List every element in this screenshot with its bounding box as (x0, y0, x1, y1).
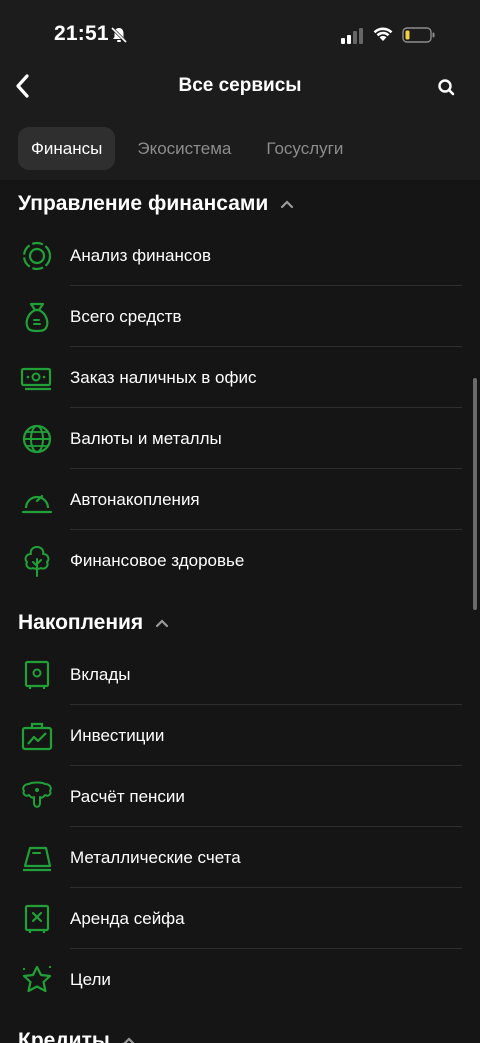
deposit-box-icon (24, 904, 50, 933)
item-label: Цели (70, 970, 111, 989)
category-tabs: Финансы Экосистема Госуслуги (18, 127, 365, 171)
banknote-icon (20, 367, 52, 391)
item-label: Валюты и металлы (70, 429, 222, 448)
tab-gosuslugi[interactable]: Госуслуги (253, 127, 356, 170)
page-title: Все сервисы (178, 75, 302, 96)
section-header-credits[interactable]: Кредиты (18, 1025, 136, 1043)
item-label: Всего средств (70, 307, 182, 326)
tree-icon (24, 546, 50, 577)
item-label: Вклады (70, 665, 131, 684)
star-icon (22, 965, 52, 993)
list-item[interactable]: Финансовое здоровье (0, 530, 480, 591)
item-label: Металлические счета (70, 848, 241, 867)
tab-finances[interactable]: Финансы (18, 127, 116, 170)
globe-icon (22, 424, 52, 454)
services-list: Управление финансами Анализ финансов Все… (0, 180, 480, 1043)
bell-muted-icon (110, 26, 128, 44)
item-label: Расчёт пенсии (70, 787, 185, 806)
section-title: Кредиты (18, 1029, 110, 1043)
item-label: Автонакопления (70, 490, 200, 509)
item-label: Аренда сейфа (70, 909, 185, 928)
search-icon[interactable] (434, 75, 458, 99)
navigation-bar: Все сервисы (0, 60, 480, 114)
list-item[interactable]: Всего средств (0, 286, 480, 347)
list-item[interactable]: Аренда сейфа (0, 888, 480, 949)
cellular-signal-icon (341, 28, 363, 44)
list-item[interactable]: Инвестиции (0, 705, 480, 766)
briefcase-chart-icon (21, 722, 53, 751)
list-item[interactable]: Цели (0, 949, 480, 1010)
list-item[interactable]: Автонакопления (0, 469, 480, 530)
safe-icon (24, 660, 50, 689)
battery-icon (402, 27, 435, 43)
list-item[interactable]: Заказ наличных в офис (0, 347, 480, 408)
chevron-up-icon (123, 1037, 135, 1043)
section-header-savings[interactable]: Накопления (18, 607, 169, 639)
pension-icon (22, 781, 52, 808)
gold-bar-icon (23, 846, 52, 872)
wifi-icon (373, 27, 393, 41)
tab-ecosystem[interactable]: Экосистема (124, 127, 244, 170)
list-item[interactable]: Металлические счета (0, 827, 480, 888)
section-title: Накопления (18, 611, 144, 634)
status-time: 21:51 (54, 22, 109, 45)
top-bar: 21:51 Все сервисы Финансы Экосистема Гос… (0, 0, 480, 180)
item-label: Финансовое здоровье (70, 551, 245, 570)
chevron-up-icon (281, 200, 294, 209)
gauge-icon (21, 494, 53, 514)
item-label: Анализ финансов (70, 246, 212, 265)
list-item[interactable]: Анализ финансов (0, 225, 480, 286)
list-item[interactable]: Расчёт пенсии (0, 766, 480, 827)
money-bag-icon (25, 302, 49, 333)
item-label: Заказ наличных в офис (70, 368, 257, 387)
scrollbar[interactable] (473, 378, 477, 610)
list-item[interactable]: Валюты и металлы (0, 408, 480, 469)
list-item[interactable]: Вклады (0, 644, 480, 705)
section-header-finance-management[interactable]: Управление финансами (18, 188, 294, 220)
item-label: Инвестиции (70, 726, 165, 745)
donut-chart-icon (22, 241, 52, 271)
section-title: Управление финансами (18, 192, 269, 215)
chevron-up-icon (156, 619, 169, 628)
